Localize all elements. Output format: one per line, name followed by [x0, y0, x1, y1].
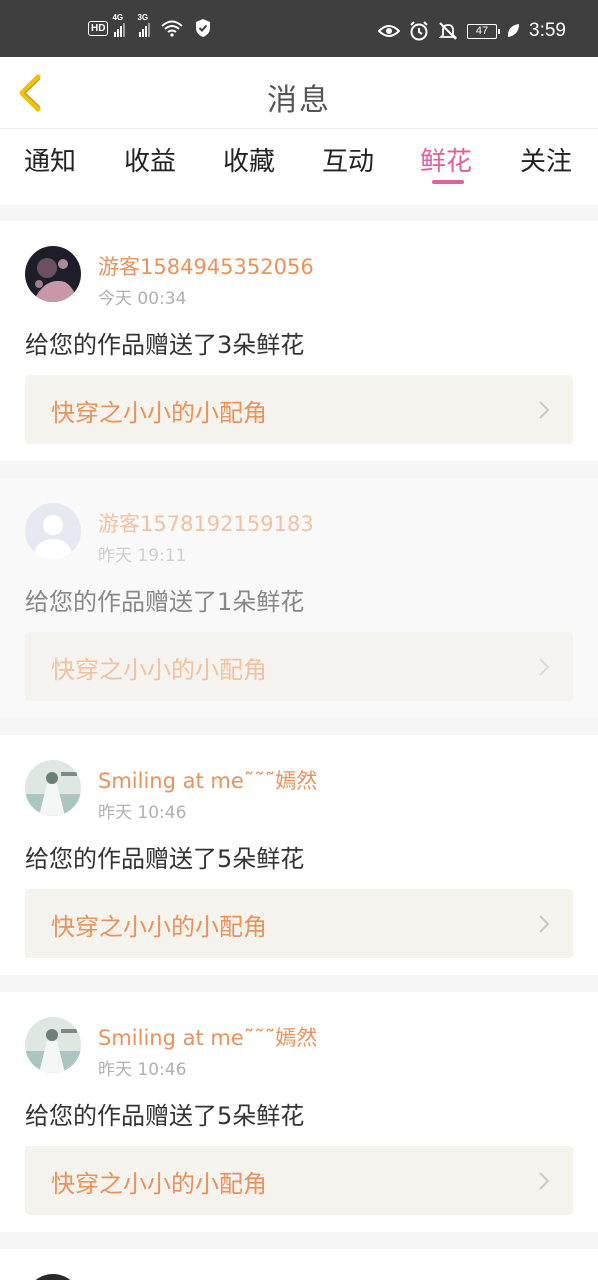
avatar[interactable] [25, 503, 81, 559]
chevron-right-icon [539, 401, 550, 419]
header: 消息 [0, 57, 598, 129]
work-title: 快穿之小小的小配角 [51, 399, 267, 427]
avatar[interactable] [25, 246, 81, 302]
avatar-image [25, 1274, 81, 1280]
avatar-image [25, 760, 81, 816]
avatar-image [25, 1017, 81, 1073]
message-card [0, 1249, 598, 1280]
hd-badge: HD [88, 20, 109, 36]
tab-earnings[interactable]: 收益 [124, 141, 176, 178]
message-text: 给您的作品赠送了5朵鲜花 [25, 845, 305, 873]
message-card: 游客1584945352056 今天 00:34 给您的作品赠送了3朵鲜花 快穿… [0, 221, 598, 461]
avatar[interactable] [25, 760, 81, 816]
work-title: 快穿之小小的小配角 [51, 913, 267, 941]
battery-icon: 47 [467, 23, 501, 39]
work-title: 快穿之小小的小配角 [51, 656, 267, 684]
avatar[interactable] [25, 1017, 81, 1073]
username[interactable]: Smiling at me˜˜˜嫣然 [98, 765, 317, 795]
timestamp: 今天 00:34 [98, 289, 187, 309]
avatar-image [25, 246, 81, 302]
work-link[interactable]: 快穿之小小的小配角 [25, 375, 573, 444]
username[interactable]: Smiling at me˜˜˜嫣然 [98, 1022, 317, 1052]
status-right: 47 3:59 [378, 20, 566, 42]
signal-icon: 3G [137, 13, 151, 37]
message-text: 给您的作品赠送了5朵鲜花 [25, 1102, 305, 1130]
username[interactable]: 游客1584945352056 [98, 251, 314, 281]
timestamp: 昨天 10:46 [98, 803, 187, 823]
status-bar: HD 4G 3G 47 3:59 [0, 0, 598, 57]
work-title: 快穿之小小的小配角 [51, 1170, 267, 1198]
work-link[interactable]: 快穿之小小的小配角 [25, 632, 573, 701]
shield-check-icon [196, 19, 211, 37]
username[interactable]: 游客1578192159183 [98, 508, 314, 538]
status-left: HD 4G 3G [88, 13, 212, 38]
alarm-icon [410, 21, 428, 41]
timestamp: 昨天 19:11 [98, 546, 187, 566]
tab-favorites[interactable]: 收藏 [223, 141, 275, 178]
leaf-icon [507, 24, 520, 37]
chevron-right-icon [539, 915, 550, 933]
default-avatar-icon [25, 503, 81, 559]
chevron-right-icon [539, 658, 550, 676]
clock-time: 3:59 [529, 20, 566, 41]
tab-flowers[interactable]: 鲜花 [420, 141, 472, 178]
bell-off-icon [438, 22, 458, 40]
page-title: 消息 [267, 83, 331, 118]
message-card: Smiling at me˜˜˜嫣然 昨天 10:46 给您的作品赠送了5朵鲜花… [0, 992, 598, 1232]
message-card: 游客1578192159183 昨天 19:11 给您的作品赠送了1朵鲜花 快穿… [0, 478, 598, 718]
wifi-icon [161, 20, 184, 37]
tab-interactions[interactable]: 互动 [322, 141, 374, 178]
eye-icon [378, 25, 401, 37]
tab-follows[interactable]: 关注 [520, 141, 572, 178]
message-text: 给您的作品赠送了1朵鲜花 [25, 588, 305, 616]
signal-icon: 4G [112, 13, 126, 37]
message-card: Smiling at me˜˜˜嫣然 昨天 10:46 给您的作品赠送了5朵鲜花… [0, 735, 598, 975]
tab-bar: 通知 收益 收藏 互动 鲜花 关注 [0, 129, 598, 205]
tab-notifications[interactable]: 通知 [24, 141, 76, 178]
chevron-right-icon [539, 1172, 550, 1190]
avatar[interactable] [25, 1274, 81, 1280]
work-link[interactable]: 快穿之小小的小配角 [25, 889, 573, 958]
network-type-1: 4G [112, 13, 124, 22]
message-text: 给您的作品赠送了3朵鲜花 [25, 331, 305, 359]
active-tab-indicator [432, 180, 464, 184]
network-type-2: 3G [137, 13, 149, 22]
work-link[interactable]: 快穿之小小的小配角 [25, 1146, 573, 1215]
timestamp: 昨天 10:46 [98, 1060, 187, 1080]
